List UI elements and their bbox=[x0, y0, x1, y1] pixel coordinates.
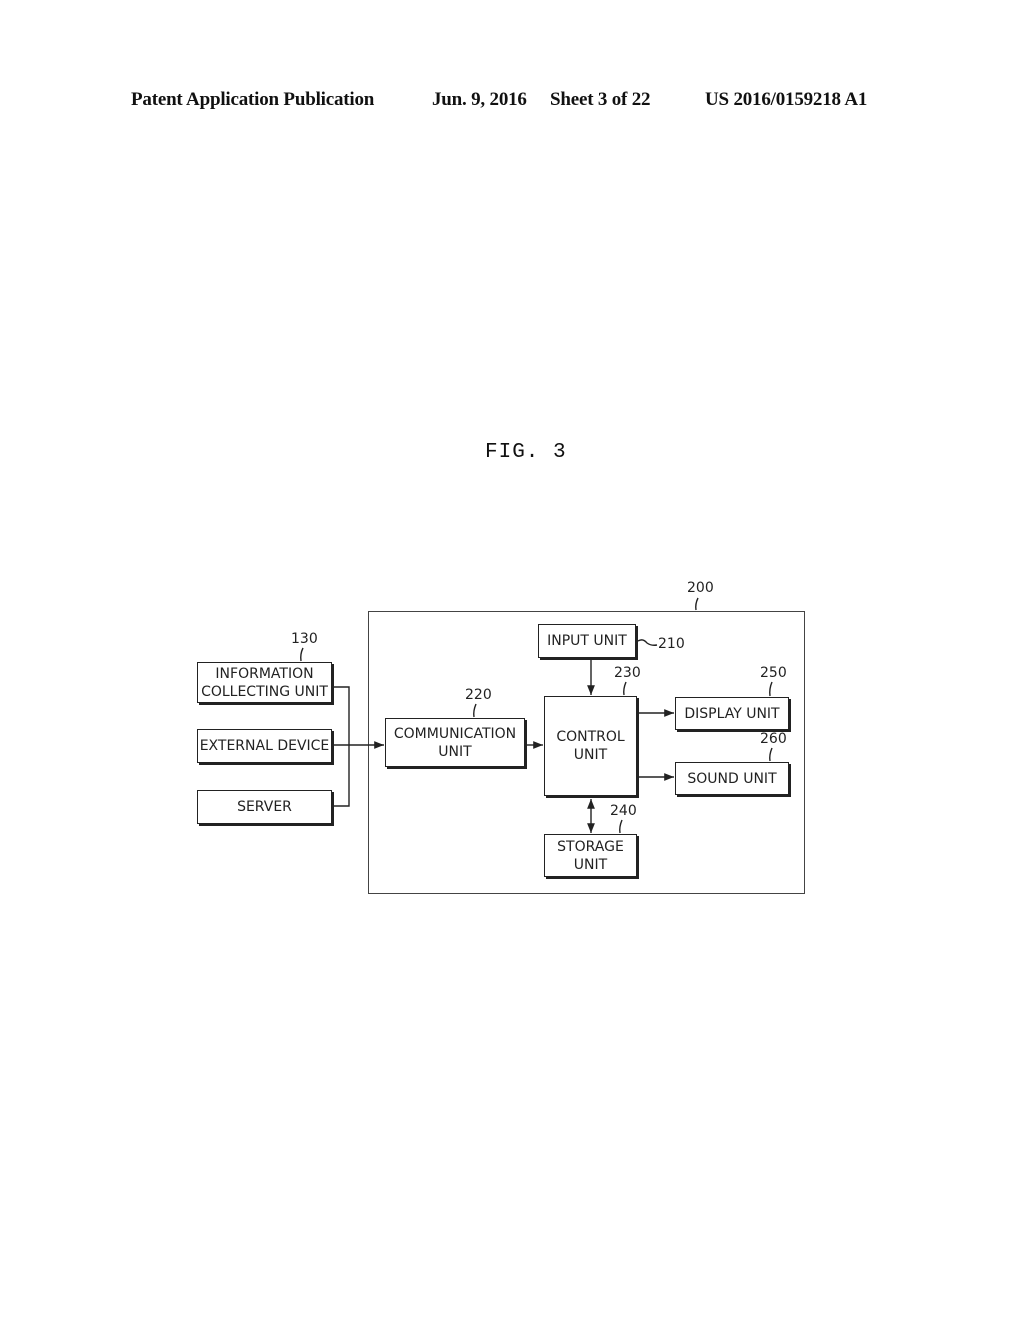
leader-130 bbox=[300, 647, 304, 662]
leader-260 bbox=[769, 747, 773, 762]
leader-200 bbox=[695, 597, 699, 611]
connector-info-bus bbox=[334, 686, 350, 807]
leader-240 bbox=[619, 819, 623, 834]
leader-230 bbox=[623, 681, 627, 696]
leader-250 bbox=[769, 681, 773, 697]
leader-220 bbox=[473, 703, 477, 718]
leader-210 bbox=[637, 639, 658, 646]
connector-layer bbox=[300, 597, 773, 834]
